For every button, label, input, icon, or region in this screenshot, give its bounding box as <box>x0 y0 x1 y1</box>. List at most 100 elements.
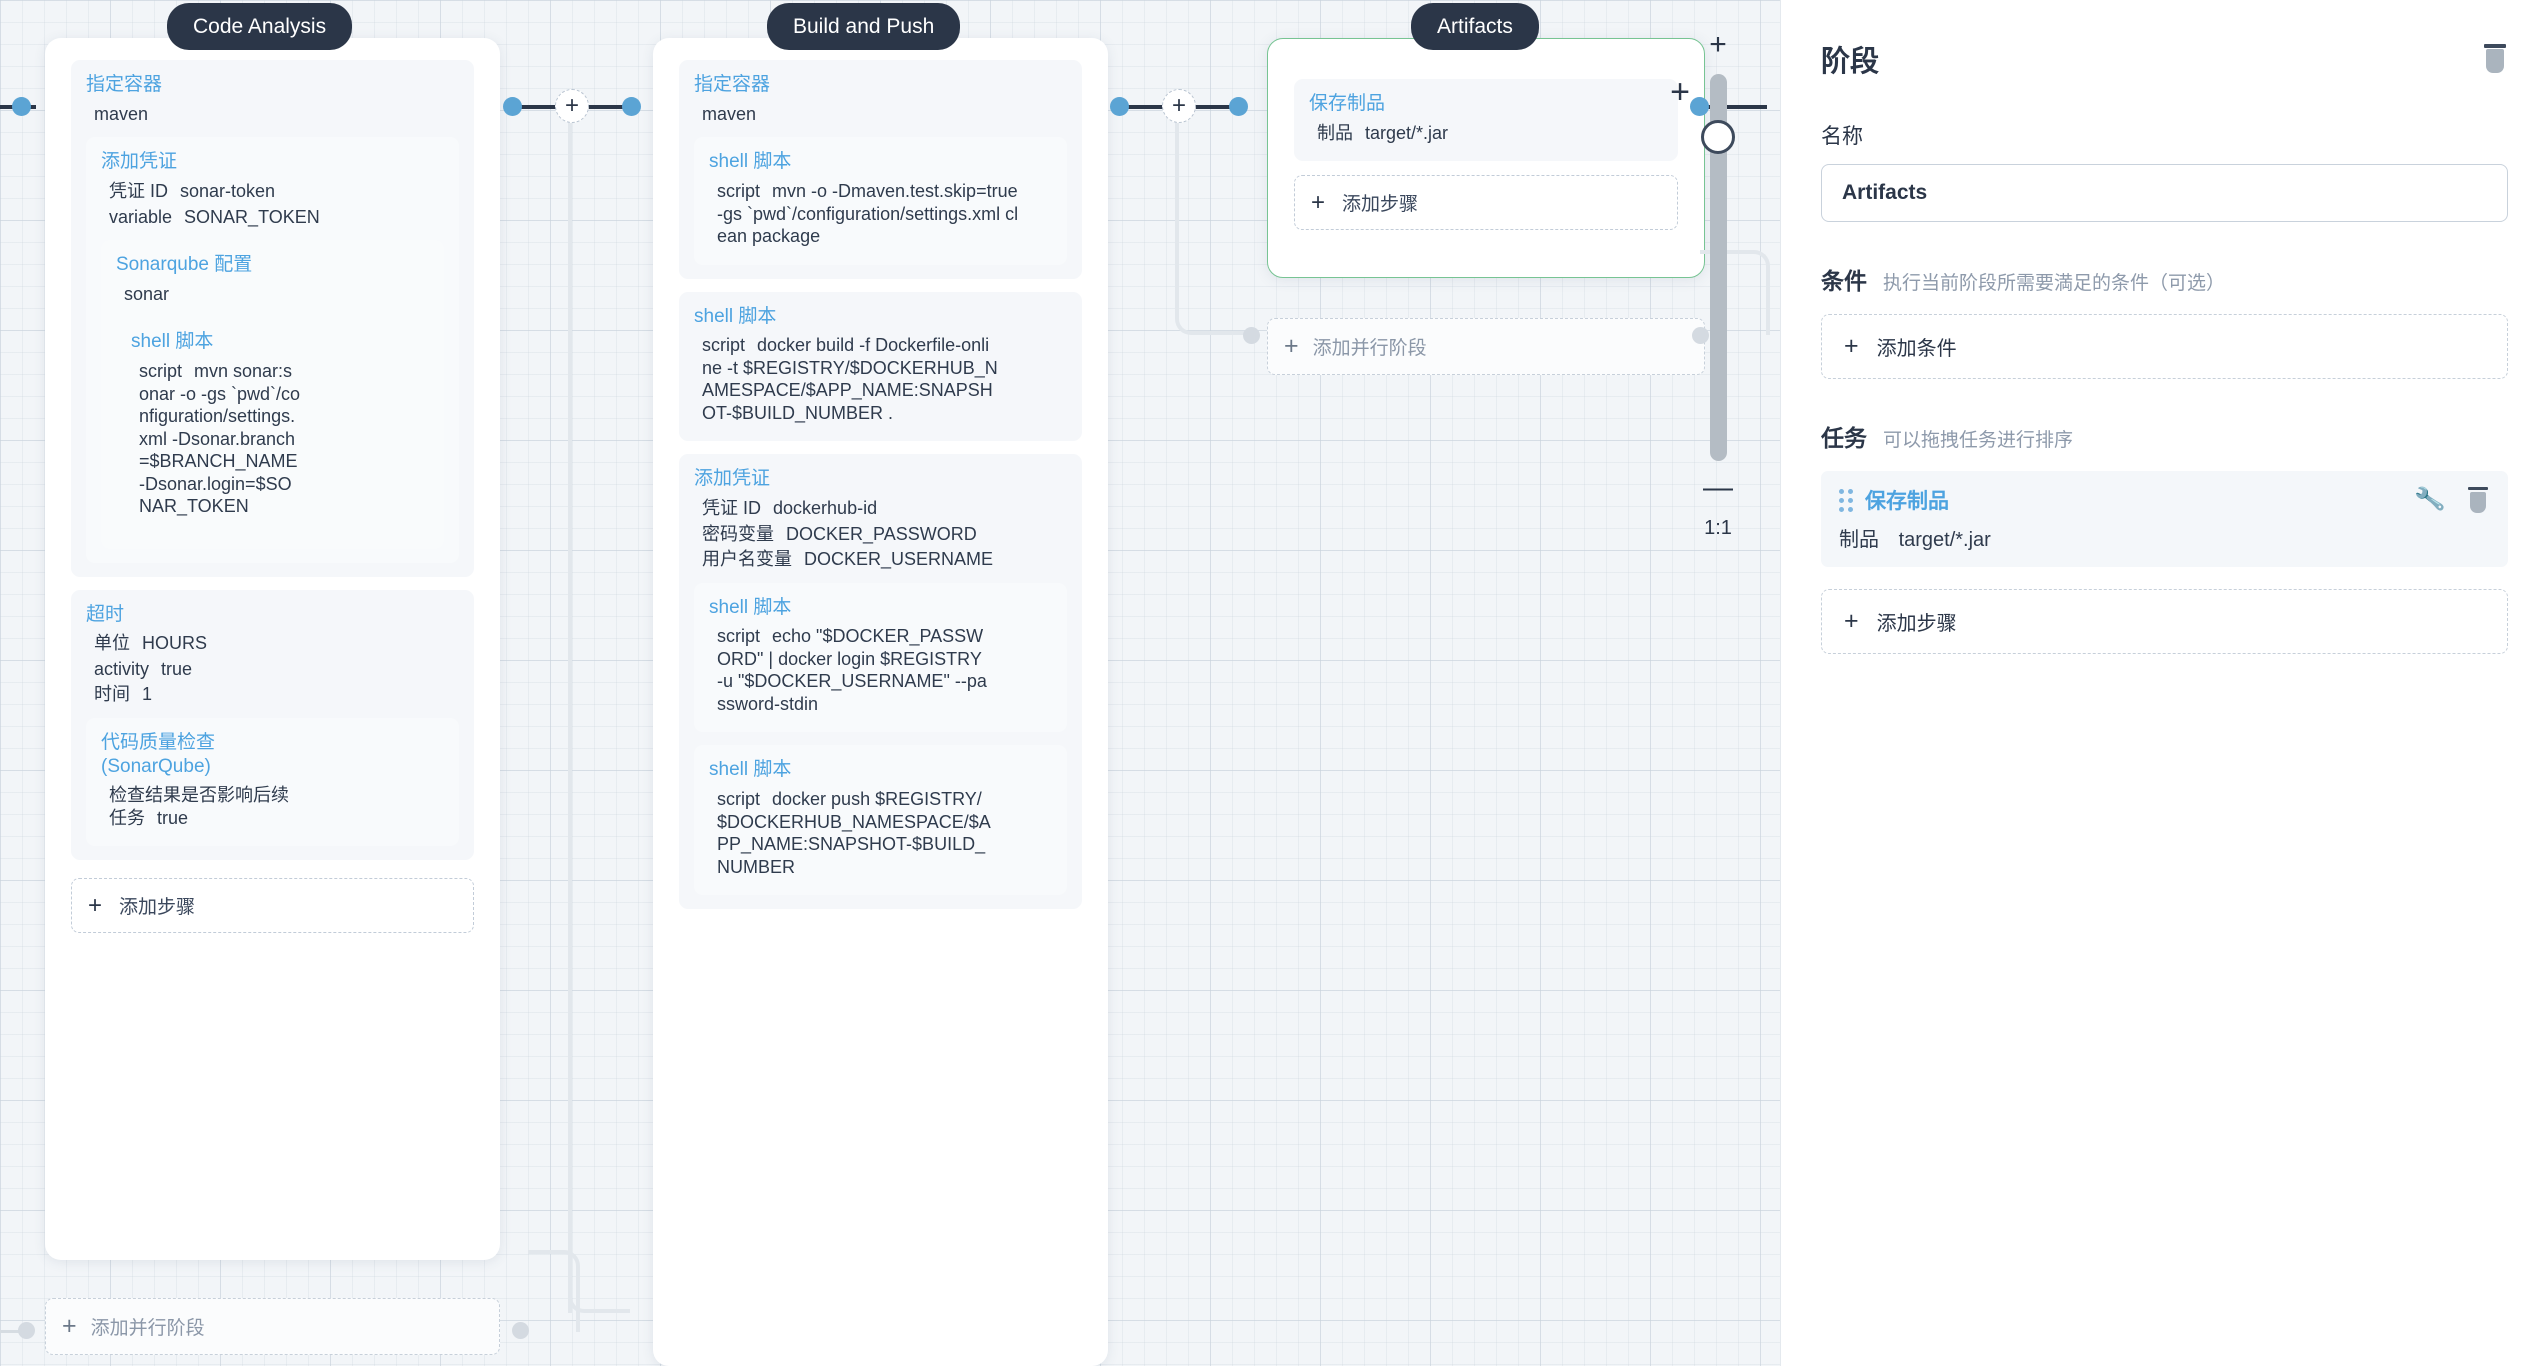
step-block[interactable]: 代码质量检查(SonarQube) 检查结果是否影响后续任务 true <box>86 717 459 847</box>
step-block[interactable]: 保存制品 制品 target/*.jar <box>1294 79 1678 162</box>
add-condition-button[interactable]: + 添加条件 <box>1821 314 2508 379</box>
zoom-slider-track[interactable] <box>1700 74 1735 461</box>
step-field: 制品 target/*.jar <box>1317 122 1449 143</box>
parallel-dot-left[interactable] <box>18 1322 35 1339</box>
step-field: script echo "$DOCKER_PASSWORD" | docker l… <box>717 626 987 714</box>
drag-handle-icon[interactable] <box>1839 488 1853 512</box>
stage-badge-artifacts[interactable]: Artifacts <box>1411 3 1539 50</box>
step-block[interactable]: shell 脚本 script mvn -o -Dmaven.test.skip=… <box>694 137 1067 265</box>
condition-section-title: 条件 <box>1821 268 1867 294</box>
step-title: 代码质量检查(SonarQube) <box>101 731 216 777</box>
stage-card-code-analysis[interactable]: 指定容器 maven 添加凭证 凭证 ID sonar-token variabl… <box>45 38 500 1260</box>
step-field: 凭证 ID sonar-token <box>109 181 276 201</box>
step-field: 凭证 ID dockerhub-id <box>702 498 878 518</box>
task-list-item[interactable]: 保存制品 🔧 制品 target/*.jar <box>1821 471 2508 567</box>
zoom-in-button[interactable]: + <box>1709 30 1727 60</box>
add-step-button-stage1[interactable]: + 添加步骤 <box>71 878 474 934</box>
plus-icon: + <box>1311 188 1326 216</box>
step-field: maven <box>702 103 757 124</box>
step-title: shell 脚本 <box>709 759 792 781</box>
step-block[interactable]: shell 脚本 script mvn sonar:sonar -o -gs `p… <box>116 317 429 535</box>
step-field: variable SONAR_TOKEN <box>109 206 320 227</box>
step-block[interactable]: shell 脚本 script echo "$DOCKER_PASSWORD" |… <box>694 582 1067 733</box>
parallel-branch-line-1 <box>568 123 630 1313</box>
plus-icon: + <box>88 891 103 919</box>
add-step-button-artifacts[interactable]: + 添加步骤 <box>1294 175 1678 231</box>
zoom-scale-label: 1:1 <box>1704 517 1732 539</box>
step-block[interactable]: shell 脚本 script docker push $REGISTRY/$DO… <box>694 745 1067 895</box>
stage-card-artifacts[interactable]: + 保存制品 制品 target/*.jar + 添加步骤 <box>1267 38 1705 278</box>
stage-detail-panel: 阶段 名称 条件 执行当前阶段所需要満足的条件（可选） + 添加条件 任务 可以… <box>1780 0 2548 1366</box>
step-block[interactable]: 添加凭证 凭证 ID sonar-token variable SONAR_TOKE… <box>86 137 459 563</box>
step-field: 时间 1 <box>94 684 153 705</box>
step-field: script mvn sonar:sonar -o -gs `pwd`/confi… <box>139 361 301 516</box>
parallel-branch-elbow-2 <box>1175 250 1245 335</box>
step-field: script docker push $REGISTRY/$DOCKERHUB_N… <box>717 789 991 877</box>
connector-dot-in-stage2[interactable] <box>622 97 641 116</box>
step-title: 添加凭证 <box>101 151 178 173</box>
task-field: 制品 target/*.jar <box>1839 523 2490 552</box>
delete-task-icon[interactable] <box>2467 486 2490 514</box>
step-title: 保存制品 <box>1309 93 1386 114</box>
task-section-header: 任务 可以拖拽任务进行排序 <box>1821 419 2508 453</box>
stage-card-build-and-push[interactable]: 指定容器 maven shell 脚本 script mvn -o -Dmaven… <box>653 38 1108 1366</box>
step-title: 指定容器 <box>86 74 163 95</box>
add-parallel-stage-button-2[interactable]: + 添加并行阶段 <box>1267 318 1705 375</box>
step-field: maven <box>94 103 149 124</box>
delete-stage-icon[interactable] <box>2482 44 2508 74</box>
step-field: 检查结果是否影响后续任务 true <box>109 785 289 828</box>
connector-dot-out-stage1[interactable] <box>503 97 522 116</box>
step-title: shell 脚本 <box>709 151 792 173</box>
task-field-key: 制品 <box>1839 529 1879 551</box>
panel-title: 阶段 <box>1821 46 1880 78</box>
name-field-label: 名称 <box>1821 125 1863 148</box>
zoom-out-button[interactable]: — <box>1703 473 1733 503</box>
condition-section-header: 条件 执行当前阶段所需要満足的条件（可选） <box>1821 262 2508 296</box>
stage-name-input[interactable] <box>1821 164 2508 222</box>
step-block[interactable]: 超时 单位 HOURS activity true 时间 1 代码质量检查(Sonar… <box>71 589 474 861</box>
step-field: activity true <box>94 658 193 679</box>
condition-section-desc: 执行当前阶段所需要満足的条件（可选） <box>1883 273 2226 294</box>
plus-icon: + <box>62 1312 77 1340</box>
step-block[interactable]: shell 脚本 script docker build -f Dockerfil… <box>679 291 1082 442</box>
connector-dot-out-stage2[interactable] <box>1110 97 1129 116</box>
task-section-title: 任务 <box>1821 425 1867 451</box>
step-title: Sonarqube 配置 <box>116 254 253 275</box>
panel-header: 阶段 <box>1821 38 2508 80</box>
step-field: 单位 HOURS <box>94 633 208 654</box>
stage-badge-code-analysis[interactable]: Code Analysis <box>167 3 353 50</box>
parallel-branch-line-1b <box>568 123 572 1313</box>
step-title: shell 脚本 <box>709 596 792 618</box>
step-field: script mvn -o -Dmaven.test.skip=true -gs … <box>717 181 1019 246</box>
step-title: 添加凭证 <box>694 468 771 490</box>
connector-dot-in-stage3[interactable] <box>1229 97 1248 116</box>
plus-icon: + <box>1844 332 1859 360</box>
step-field: 用户名变量 DOCKER_USERNAME <box>702 549 994 569</box>
stage-badge-build-and-push[interactable]: Build and Push <box>767 3 961 50</box>
task-name: 保存制品 <box>1865 490 1949 513</box>
step-title: shell 脚本 <box>131 331 214 353</box>
wrench-icon[interactable]: 🔧 <box>2413 484 2446 515</box>
task-section-desc: 可以拖拽任务进行排序 <box>1883 430 2074 451</box>
add-parallel-stage-button-1[interactable]: + 添加并行阶段 <box>45 1298 500 1355</box>
plus-icon: + <box>1844 607 1859 635</box>
add-stage-plus-1[interactable]: + <box>555 89 589 123</box>
step-block[interactable]: 指定容器 maven shell 脚本 script mvn -o -Dmaven… <box>679 60 1082 279</box>
parallel-dot-stage3[interactable] <box>1243 327 1260 344</box>
step-field: sonar <box>124 283 170 304</box>
pipeline-canvas[interactable]: + + Code Analysis 指定容器 maven 添加凭证 凭证 ID … <box>0 0 1780 1366</box>
zoom-control[interactable]: + — 1:1 <box>1692 30 1744 540</box>
step-field: script docker build -f Dockerfile-online … <box>702 335 998 423</box>
parallel-branch-elbow-1 <box>528 1250 580 1332</box>
step-block[interactable]: Sonarqube 配置 sonar shell 脚本 script mvn so… <box>101 240 444 549</box>
step-title: shell 脚本 <box>694 305 777 327</box>
add-stage-plus-2[interactable]: + <box>1162 89 1196 123</box>
zoom-slider-thumb[interactable] <box>1700 120 1735 154</box>
connector-dot-in-stage1[interactable] <box>12 97 31 116</box>
add-step-button-panel[interactable]: + 添加步骤 <box>1821 589 2508 654</box>
step-block[interactable]: 指定容器 maven 添加凭证 凭证 ID sonar-token variabl… <box>71 60 474 577</box>
step-block[interactable]: 添加凭证 凭证 ID dockerhub-id 密码变量 DOCKER_PASSWO… <box>679 454 1082 909</box>
task-field-value: target/*.jar <box>1898 529 1991 551</box>
parallel-dot-right-1[interactable] <box>512 1322 529 1339</box>
add-step-plus-icon-artifacts[interactable]: + <box>1670 75 1690 109</box>
